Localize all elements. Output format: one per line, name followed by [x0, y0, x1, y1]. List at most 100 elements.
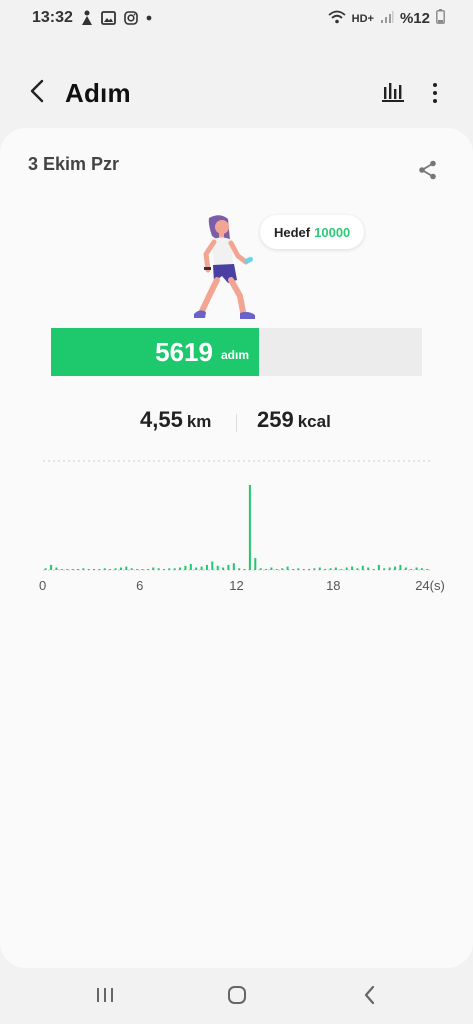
chart-x-tick-label: 18 [326, 578, 340, 593]
date-label: 3 Ekim Pzr [28, 154, 120, 174]
chart-x-tick-label: 24(s) [415, 578, 445, 593]
chart-bar [345, 567, 348, 570]
battery-percent: %12 [399, 10, 430, 27]
bar-chart-icon [380, 83, 406, 108]
chart-bar [254, 558, 257, 570]
home-icon [226, 984, 248, 1011]
chart-bar [275, 569, 278, 570]
chart-bar [270, 567, 273, 570]
notification-icon [81, 10, 93, 26]
home-button[interactable] [217, 980, 257, 1014]
chart-bar [351, 566, 354, 570]
hourly-chart-svg: 0 6 12 18 24(s) [39, 460, 445, 593]
stats-row: 4,55 km 259 kcal [0, 407, 473, 441]
chart-bar [361, 565, 364, 571]
distance-value: 4,55 [140, 407, 183, 432]
steps-count: 5619 [155, 336, 213, 367]
steps-readout: 5619 adım [155, 328, 249, 376]
goal-bubble: Hedef 10000 [260, 215, 365, 249]
chart-bar [195, 567, 198, 570]
more-options-button[interactable] [424, 78, 446, 108]
progress-bar: 5619 adım [51, 328, 422, 376]
chart-bar [426, 569, 429, 570]
chart-x-tick-label: 12 [229, 578, 243, 593]
chart-bar [152, 567, 155, 570]
signal-icon [380, 10, 394, 28]
chart-bar [173, 568, 176, 570]
chart-bar [394, 566, 397, 570]
chart-bar [130, 568, 133, 570]
chart-bar [179, 567, 182, 570]
chart-bar [356, 568, 359, 570]
chart-bar [388, 567, 391, 570]
chart-bar [168, 568, 171, 570]
chart-bar [125, 566, 128, 570]
chart-x-tick-label: 6 [136, 578, 143, 593]
chart-bar [71, 569, 74, 570]
chart-bar [76, 569, 79, 570]
nav-back-button[interactable] [350, 980, 390, 1014]
chart-bar [44, 568, 47, 570]
page-title: Adım [65, 78, 131, 108]
chart-bar [238, 568, 241, 570]
chart-bar [420, 568, 423, 570]
chart-bar [410, 569, 413, 570]
chart-bar [146, 569, 149, 570]
chart-bar [399, 564, 402, 570]
battery-icon [436, 9, 445, 28]
steps-card: 3 Ekim Pzr Hedef 10000 5619 adım 4,55 km… [0, 128, 473, 968]
back-arrow-icon [30, 79, 44, 108]
chart-bar [415, 567, 418, 570]
instagram-icon [124, 11, 138, 25]
chart-bar [184, 565, 187, 571]
distance-unit: km [186, 412, 212, 431]
chart-bar [286, 566, 289, 570]
share-button[interactable] [417, 159, 441, 183]
chart-bar [372, 569, 375, 570]
chart-bar [136, 569, 139, 570]
chart-bar [119, 567, 122, 570]
chart-bar [259, 568, 262, 570]
recent-apps-button[interactable] [85, 980, 125, 1014]
chart-x-tick-label: 0 [39, 578, 46, 593]
walking-person-illustration [188, 210, 268, 330]
chart-bar [114, 568, 117, 570]
chart-bar [248, 485, 251, 570]
calories-stat: 259 kcal [257, 407, 331, 433]
calories-unit: kcal [297, 412, 331, 431]
chart-bar [340, 569, 343, 570]
system-nav-bar [0, 968, 473, 1024]
chart-bar [329, 568, 332, 570]
chart-bar [377, 564, 380, 570]
chart-bar [189, 564, 192, 570]
network-type: HD+ [351, 12, 374, 25]
status-right: HD+ %12 [328, 9, 445, 28]
status-left: 13:32 [32, 9, 152, 27]
wifi-icon [328, 10, 346, 28]
chart-bar [308, 569, 311, 570]
recent-apps-icon [95, 986, 115, 1009]
trends-button[interactable] [380, 78, 410, 108]
chart-bar [324, 569, 327, 570]
chart-bar [383, 568, 386, 570]
chart-bar [222, 567, 225, 570]
app-header: Adım [0, 66, 473, 122]
chart-bar [291, 569, 294, 570]
chart-bar [216, 565, 219, 571]
chart-bar [103, 568, 106, 570]
status-bar: 13:32 HD+ %12 [0, 0, 473, 36]
chart-bar [211, 561, 214, 570]
chart-bar [227, 564, 230, 570]
chart-bar [313, 568, 316, 570]
steps-unit: adım [220, 348, 249, 362]
chart-bar [232, 563, 235, 570]
chart-bar [404, 567, 407, 570]
chart-bar [66, 569, 69, 570]
chart-bar [98, 569, 101, 570]
back-button[interactable] [22, 76, 52, 110]
goal-value: 10000 [314, 224, 351, 240]
distance-stat: 4,55 km [140, 407, 211, 433]
chart-bar [93, 569, 96, 570]
back-icon [363, 985, 377, 1010]
more-vertical-icon [433, 83, 437, 87]
